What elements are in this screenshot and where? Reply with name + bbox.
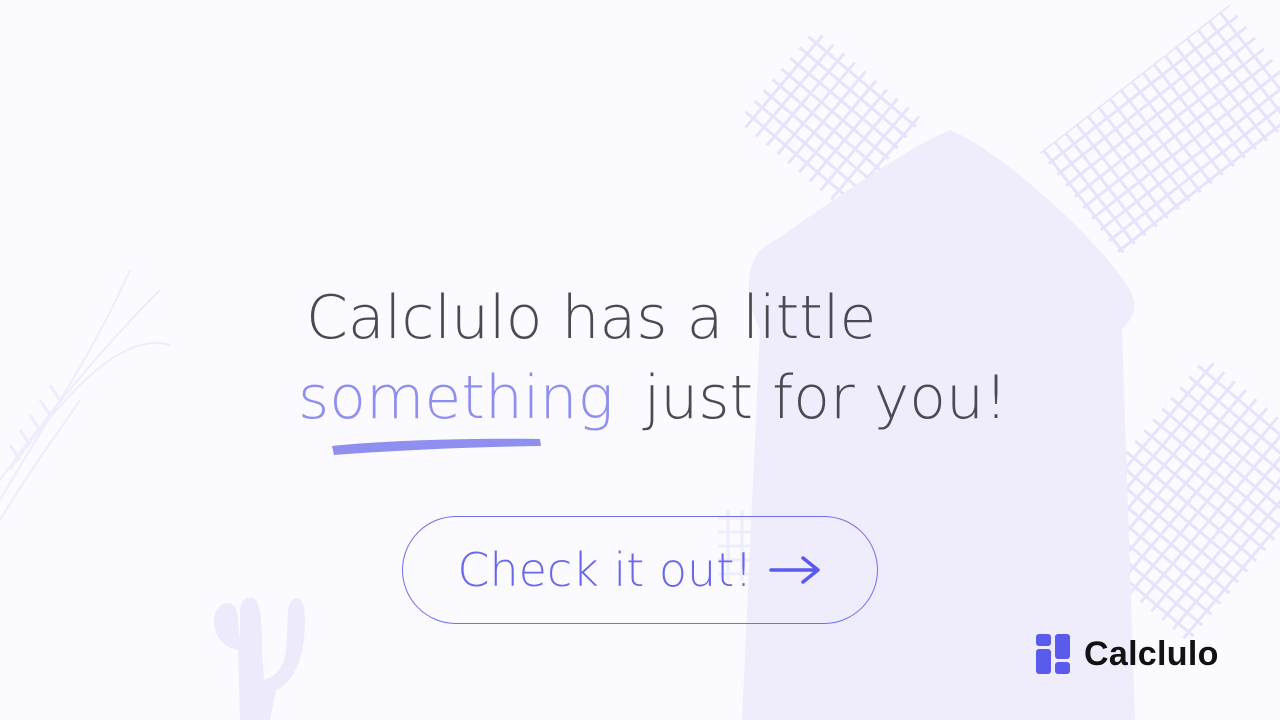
arrow-right-icon: [768, 556, 820, 584]
promo-slide: Calclulo has a little something just for …: [0, 0, 1280, 720]
brand-logo: Calclulo: [1036, 634, 1219, 674]
wheat-illustration: [0, 269, 171, 521]
highlight-underline: [332, 438, 541, 455]
cta-label: Check it out!: [457, 543, 753, 597]
brand-name: Calclulo: [1084, 634, 1219, 673]
calclulo-logo-icon: [1036, 634, 1070, 674]
check-it-out-button[interactable]: Check it out!: [402, 516, 878, 624]
windmill-blade-top-right: [1040, 4, 1280, 256]
windmill-tower: [742, 130, 1135, 720]
cactus-illustration: [214, 597, 305, 720]
